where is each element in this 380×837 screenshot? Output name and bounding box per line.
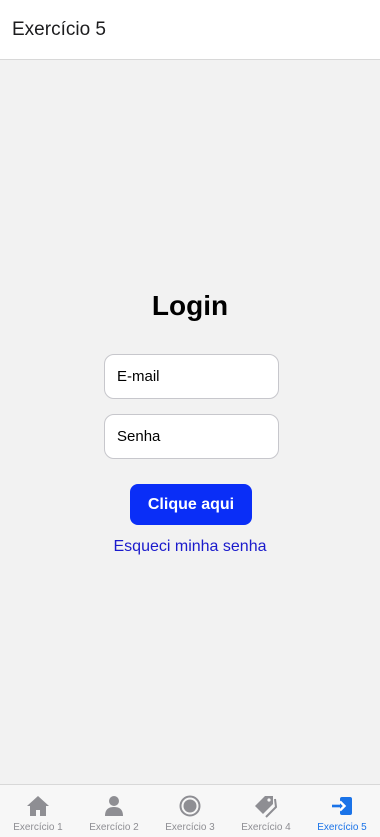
tab-label: Exercício 2 — [89, 822, 139, 833]
tab-label: Exercício 3 — [165, 822, 215, 833]
person-icon — [101, 793, 127, 819]
email-field[interactable]: E-mail — [104, 354, 279, 399]
tab-label: Exercício 4 — [241, 822, 291, 833]
home-icon — [25, 793, 51, 819]
page-title: Exercício 5 — [12, 18, 106, 40]
tab-bar: Exercício 1 Exercício 2 Exercício 3 Exer… — [0, 784, 380, 837]
forgot-password-link[interactable]: Esqueci minha senha — [0, 538, 380, 556]
tab-exercicio-4[interactable]: Exercício 4 — [228, 785, 304, 837]
log-in-icon — [329, 793, 355, 819]
app-screen: Exercício 5 Login E-mail Senha Clique aq… — [0, 0, 380, 837]
tab-label: Exercício 5 — [317, 822, 367, 833]
tab-exercicio-2[interactable]: Exercício 2 — [76, 785, 152, 837]
login-title: Login — [151, 290, 229, 321]
header: Exercício 5 — [0, 0, 380, 60]
login-button[interactable]: Clique aqui — [130, 484, 252, 525]
login-content: Login E-mail Senha Clique aqui Esqueci m… — [0, 60, 380, 784]
tab-exercicio-3[interactable]: Exercício 3 — [152, 785, 228, 837]
pricetags-icon — [253, 793, 279, 819]
tab-exercicio-1[interactable]: Exercício 1 — [0, 785, 76, 837]
radio-button-icon — [177, 793, 203, 819]
tab-exercicio-5[interactable]: Exercício 5 — [304, 785, 380, 837]
tab-label: Exercício 1 — [13, 822, 63, 833]
password-field[interactable]: Senha — [104, 414, 279, 459]
